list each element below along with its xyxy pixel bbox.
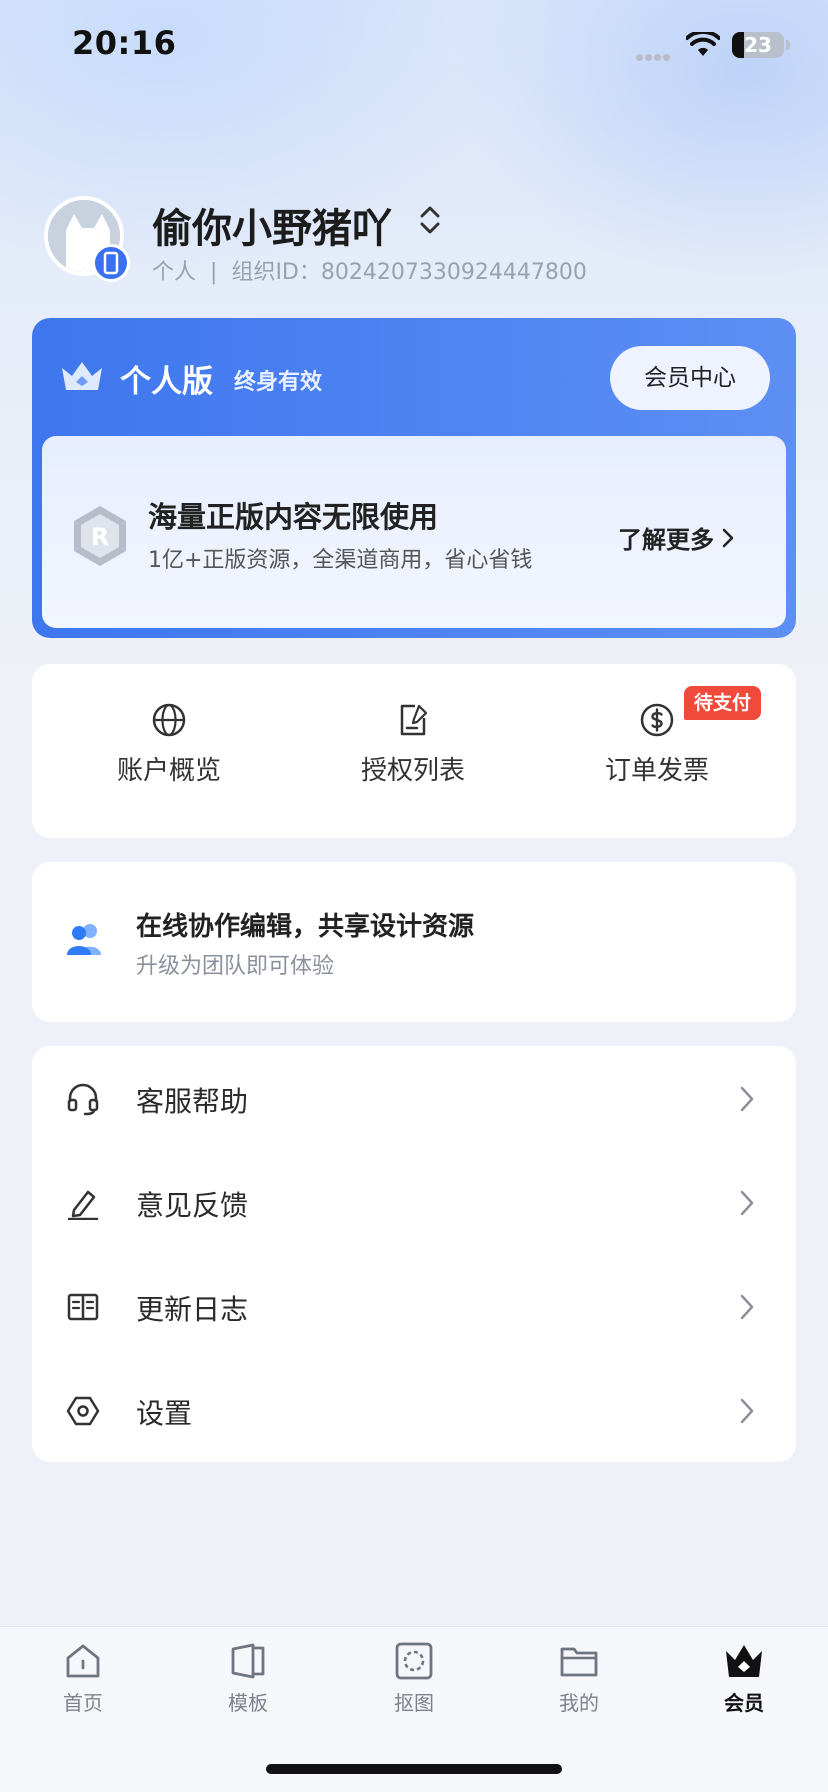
folder-icon — [560, 1647, 598, 1677]
globe-icon — [152, 703, 186, 737]
tab-templates[interactable]: 模板 — [188, 1641, 308, 1731]
account-type: 个人 — [152, 260, 197, 285]
tab-label: 我的 — [559, 1691, 599, 1715]
home-icon — [66, 1644, 100, 1678]
pending-payment-badge: 待支付 — [684, 686, 762, 720]
mobile-device-badge — [92, 244, 130, 282]
cutout-icon — [395, 1642, 433, 1680]
profile-header: 偷你小野猪吖 个人 | 组织ID：8024207330924447800 — [44, 196, 784, 296]
team-collaboration-promo[interactable]: 在线协作编辑，共享设计资源 升级为团队即可体验 — [32, 862, 796, 1022]
tab-membership[interactable]: 会员 — [684, 1641, 804, 1731]
book-icon — [67, 1293, 99, 1321]
org-id-label: 组织ID： — [231, 260, 321, 285]
account-switch-icon[interactable] — [414, 202, 446, 238]
chevron-right-icon — [740, 1398, 754, 1424]
r-letter: R — [91, 523, 109, 551]
wifi-icon — [686, 32, 720, 56]
tab-label: 会员 — [724, 1691, 764, 1715]
crown-icon — [726, 1645, 762, 1677]
crown-icon — [62, 362, 102, 390]
collab-title: 在线协作编辑，共享设计资源 — [136, 912, 475, 942]
tab-label: 抠图 — [394, 1691, 434, 1715]
license-doc-icon — [400, 704, 428, 736]
status-time: 20:16 — [72, 24, 177, 62]
learn-more-link[interactable]: 了解更多 — [618, 520, 734, 555]
battery-cap — [786, 40, 790, 50]
membership-card: 个人版 终身有效 会员中心 R 海量正版内容无限使用 1亿+正版资源，全渠道商用… — [32, 318, 796, 638]
menu-item-changelog[interactable]: 更新日志 — [32, 1254, 796, 1358]
tab-label: 模板 — [228, 1691, 268, 1715]
username: 偷你小野猪吖 — [152, 206, 392, 252]
menu-item-label: 意见反馈 — [136, 1189, 249, 1222]
tab-label: 首页 — [63, 1691, 103, 1715]
hexagon-settings-icon — [66, 1396, 100, 1426]
quick-action-account-overview[interactable]: 账户概览 — [89, 702, 249, 812]
quick-action-label: 订单发票 — [604, 756, 709, 786]
plan-name: 个人版 — [120, 364, 213, 400]
dollar-icon — [640, 703, 674, 737]
meta-separator: | — [210, 260, 218, 285]
menu-item-label: 更新日志 — [136, 1293, 249, 1326]
home-indicator — [266, 1764, 562, 1774]
template-icon — [231, 1643, 265, 1679]
menu-item-feedback[interactable]: 意见反馈 — [32, 1150, 796, 1254]
chevron-right-icon — [722, 528, 734, 548]
tab-mine[interactable]: 我的 — [519, 1641, 639, 1731]
tab-cutout[interactable]: 抠图 — [354, 1641, 474, 1731]
org-id-value: 8024207330924447800 — [320, 260, 587, 285]
benefit-panel[interactable]: R 海量正版内容无限使用 1亿+正版资源，全渠道商用，省心省钱 了解更多 — [42, 436, 786, 628]
tab-home[interactable]: 首页 — [23, 1641, 143, 1731]
menu-item-customer-help[interactable]: 客服帮助 — [32, 1046, 796, 1150]
edit-pen-icon — [67, 1190, 99, 1220]
quick-actions-card: 账户概览 授权列表 订单发票 待支付 — [32, 664, 796, 838]
menu-item-settings[interactable]: 设置 — [32, 1358, 796, 1462]
menu-item-label: 客服帮助 — [136, 1085, 249, 1118]
status-bar: 20:16 23 — [0, 0, 828, 90]
menu-item-label: 设置 — [136, 1397, 193, 1430]
chevron-right-icon — [740, 1294, 754, 1320]
phone-icon — [103, 251, 119, 275]
account-meta: 个人 | 组织ID：8024207330924447800 — [152, 254, 587, 286]
quick-action-license-list[interactable]: 授权列表 — [333, 702, 493, 812]
benefit-description: 1亿+正版资源，全渠道商用，省心省钱 — [148, 548, 533, 573]
member-center-button[interactable]: 会员中心 — [610, 346, 770, 410]
benefit-title: 海量正版内容无限使用 — [148, 500, 439, 534]
quick-action-label: 授权列表 — [360, 756, 465, 786]
chevron-right-icon — [740, 1190, 754, 1216]
plan-term: 终身有效 — [234, 370, 323, 395]
headset-icon — [67, 1083, 99, 1116]
settings-menu: 客服帮助 意见反馈 更新日志 设置 — [32, 1046, 796, 1462]
cellular-signal-icon — [636, 46, 674, 61]
collab-subtitle: 升级为团队即可体验 — [136, 954, 335, 979]
battery-icon: 23 — [732, 32, 784, 58]
battery-percent: 23 — [744, 33, 772, 57]
quick-action-label: 账户概览 — [116, 756, 221, 786]
team-users-icon — [67, 924, 101, 955]
chevron-right-icon — [740, 1086, 754, 1112]
royalty-r-icon: R — [74, 506, 126, 566]
learn-more-label: 了解更多 — [618, 526, 714, 554]
